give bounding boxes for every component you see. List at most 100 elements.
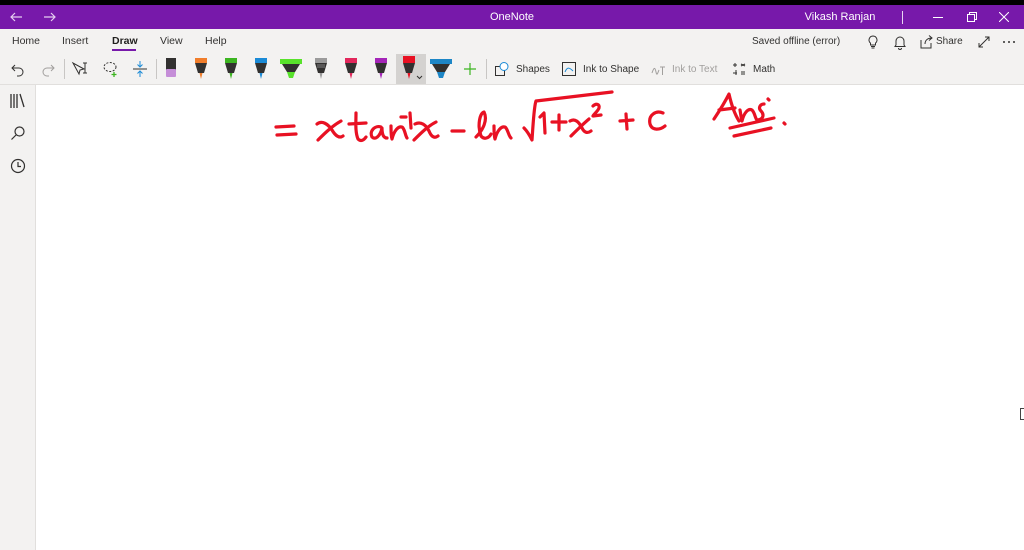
- ink-stroke-one: [538, 111, 547, 135]
- ink-stroke-underline-2: [732, 126, 773, 138]
- ink-stroke-ans-dot: [766, 97, 771, 102]
- pen-pink[interactable]: [342, 54, 360, 84]
- ink-stroke-t: [347, 111, 368, 143]
- add-pen-button[interactable]: [462, 54, 478, 84]
- toolbar-divider: [64, 59, 65, 79]
- page-canvas[interactable]: [37, 86, 1024, 550]
- pen-icon: [255, 58, 267, 79]
- tab-help[interactable]: Help: [205, 29, 227, 54]
- select-cursor-icon: [71, 61, 87, 76]
- toolbar-divider-2: [156, 59, 157, 79]
- title-bar: OneNote Vikash Ranjan: [0, 5, 1024, 29]
- ink-stroke-x2: [412, 120, 440, 142]
- ink-to-text-button[interactable]: Ink to Text: [650, 54, 717, 84]
- pen-icon: [225, 58, 237, 79]
- ink-stroke-plus: [550, 113, 568, 132]
- user-name[interactable]: Vikash Ranjan: [790, 5, 890, 29]
- highlighter-icon: [430, 59, 452, 78]
- redo-icon: [42, 64, 55, 77]
- expand-icon[interactable]: [976, 34, 992, 50]
- pencil-icon: [315, 58, 327, 79]
- sync-status[interactable]: Saved offline (error): [752, 29, 840, 54]
- recent-clock-icon[interactable]: [9, 157, 27, 175]
- forward-button[interactable]: [40, 5, 60, 29]
- active-tab-indicator: [112, 49, 136, 51]
- share-button[interactable]: Share: [936, 29, 963, 54]
- titlebar-divider: [902, 11, 903, 24]
- math-label: Math: [753, 63, 776, 75]
- redo-button[interactable]: [40, 54, 56, 84]
- close-icon: [999, 12, 1009, 22]
- highlighter-blue[interactable]: [429, 54, 453, 84]
- undo-button[interactable]: [10, 54, 26, 84]
- ink-to-text-label: Ink to Text: [672, 63, 718, 75]
- ink-stroke-c: [648, 110, 667, 131]
- draw-toolbar: Shapes Ink to Shape Ink to Text Math: [0, 54, 1024, 85]
- lightbulb-icon[interactable]: [865, 34, 881, 50]
- undo-icon: [11, 64, 24, 77]
- shapes-icon: [495, 62, 509, 76]
- search-icon[interactable]: [9, 124, 27, 142]
- ink-to-shape-button[interactable]: Ink to Shape: [561, 54, 639, 84]
- ink-stroke-plus2: [618, 112, 635, 131]
- pen-orange[interactable]: [192, 54, 210, 84]
- ink-stroke-n: [389, 124, 409, 141]
- more-options-icon[interactable]: [1001, 34, 1017, 50]
- ribbon-tabs: Home Insert Draw View Help Saved offline…: [0, 29, 1024, 54]
- pen-lavender[interactable]: [162, 54, 180, 84]
- handwritten-math-ink: [274, 90, 787, 143]
- pen-gray[interactable]: [312, 54, 330, 84]
- close-button[interactable]: [994, 5, 1014, 29]
- ink-stroke-x: [315, 119, 345, 142]
- ink-stroke-l: [474, 110, 493, 140]
- ink-stroke-a: [369, 125, 389, 140]
- math-button[interactable]: Math: [731, 54, 775, 84]
- tab-insert[interactable]: Insert: [62, 29, 88, 54]
- tab-view[interactable]: View: [160, 29, 183, 54]
- pen-blue[interactable]: [252, 54, 270, 84]
- add-space-tool[interactable]: [131, 54, 149, 84]
- ink-stroke-dot: [782, 121, 787, 126]
- lasso-icon: [103, 62, 117, 77]
- pen-icon: [375, 58, 387, 79]
- arrow-left-icon: [10, 12, 22, 22]
- ink-to-shape-icon: [562, 62, 576, 76]
- back-button[interactable]: [6, 5, 26, 29]
- navigation-sidebar: [0, 85, 36, 550]
- ink-stroke-ans-n: [738, 107, 759, 123]
- highlighter-icon: [280, 59, 302, 78]
- toolbar-divider-3: [486, 59, 487, 79]
- ink-stroke-ans-A: [712, 92, 741, 123]
- arrow-right-icon: [44, 12, 56, 22]
- ink-stroke-square: [591, 102, 603, 118]
- ink-stroke-ans-s: [756, 102, 766, 122]
- pen-icon: [195, 58, 207, 79]
- ink-stroke-n2: [492, 124, 513, 141]
- pen-icon: [345, 58, 357, 79]
- notebooks-icon[interactable]: [9, 92, 27, 110]
- math-icon: [733, 63, 746, 75]
- pen-green[interactable]: [222, 54, 240, 84]
- tab-home[interactable]: Home: [12, 29, 40, 54]
- shapes-button[interactable]: Shapes: [494, 54, 550, 84]
- highlighter-green[interactable]: [279, 54, 303, 84]
- pen-icon: [403, 56, 423, 80]
- minimize-button[interactable]: [928, 5, 948, 29]
- restore-icon: [967, 12, 977, 22]
- type-select-tool[interactable]: [71, 54, 89, 84]
- minimize-icon: [933, 17, 943, 18]
- share-icon[interactable]: [918, 34, 934, 50]
- pen-purple[interactable]: [372, 54, 390, 84]
- bell-icon[interactable]: [892, 34, 908, 50]
- add-space-icon: [133, 61, 147, 77]
- ink-to-shape-label: Ink to Shape: [583, 63, 640, 75]
- pen-icon: [166, 58, 176, 77]
- plus-icon: [464, 63, 476, 75]
- restore-button[interactable]: [962, 5, 982, 29]
- ink-stroke-equals: [274, 124, 298, 137]
- pen-red-selected[interactable]: [400, 54, 424, 84]
- text-cursor-marker: [1020, 408, 1024, 420]
- lasso-select-tool[interactable]: [102, 54, 120, 84]
- ink-to-text-icon: [651, 66, 665, 75]
- ink-stroke-x3: [568, 117, 593, 138]
